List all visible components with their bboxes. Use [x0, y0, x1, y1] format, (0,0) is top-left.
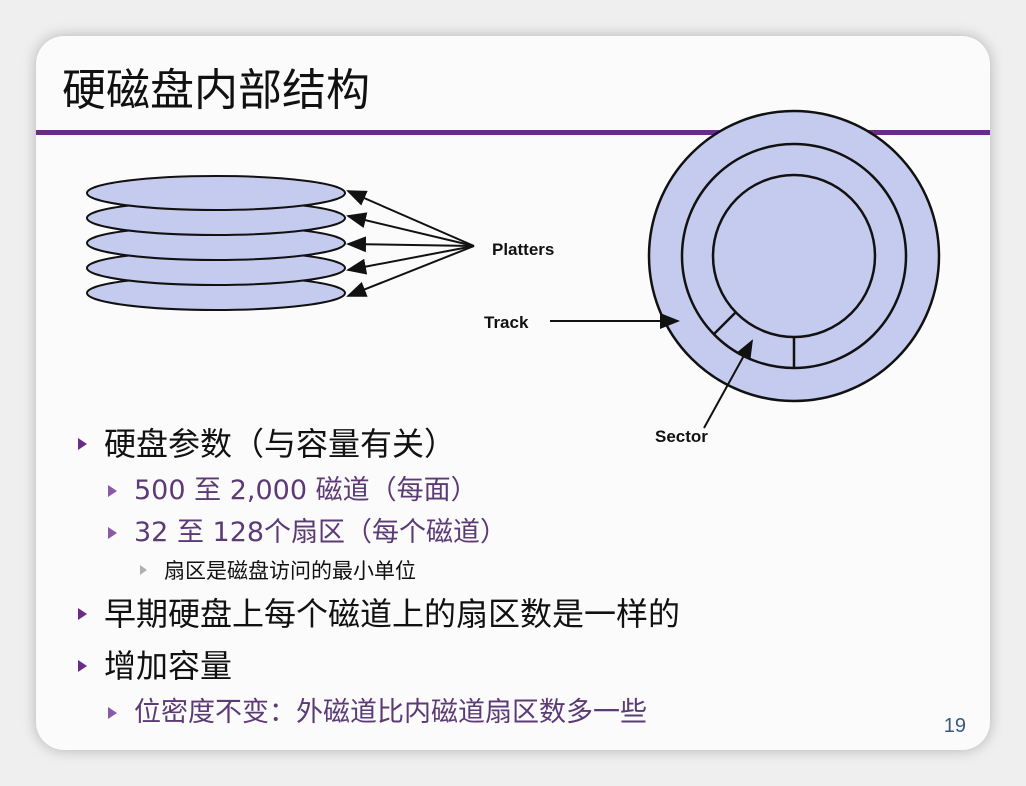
bullet-item: 扇区是磁盘访问的最小单位 [76, 554, 956, 588]
bullet-text: 增加容量 [104, 647, 233, 685]
track-inner [711, 173, 877, 339]
bullet-arrow-icon [78, 438, 87, 450]
bullet-item: 32 至 128个扇区（每个磁道） [76, 512, 956, 554]
track-label: Track [484, 313, 529, 332]
disk-surface [647, 109, 941, 403]
slide: 硬磁盘内部结构 Platters Track Sector 硬盘参数（与容量有关… [36, 36, 990, 750]
bullet-arrow-icon [78, 660, 87, 672]
bullet-arrow-icon [78, 608, 87, 620]
bullet-item: 增加容量 [76, 640, 956, 692]
bullet-text: 位密度不变：外磁道比内磁道扇区数多一些 [134, 697, 647, 728]
platter-arrows [346, 190, 475, 297]
bullet-item: 500 至 2,000 磁道（每面） [76, 470, 956, 512]
bullet-arrow-icon [108, 707, 117, 719]
bullet-arrow-icon [140, 565, 147, 575]
bullet-text: 扇区是磁盘访问的最小单位 [164, 559, 416, 583]
platter-stack [86, 175, 346, 311]
bullet-text: 32 至 128个扇区（每个磁道） [134, 517, 508, 548]
bullet-list: 硬盘参数（与容量有关） 500 至 2,000 磁道（每面） 32 至 128个… [76, 418, 956, 734]
bullet-item: 位密度不变：外磁道比内磁道扇区数多一些 [76, 692, 956, 734]
platter [86, 175, 346, 211]
bullet-text: 硬盘参数（与容量有关） [104, 425, 457, 463]
bullet-arrow-icon [108, 485, 117, 497]
platters-label: Platters [492, 240, 554, 259]
page-number: 19 [943, 715, 966, 737]
bullet-item: 早期硬盘上每个磁道上的扇区数是一样的 [76, 588, 956, 640]
bullet-text: 500 至 2,000 磁道（每面） [134, 475, 478, 506]
bullet-arrow-icon [108, 527, 117, 539]
bullet-text: 早期硬盘上每个磁道上的扇区数是一样的 [104, 595, 681, 633]
bullet-item: 硬盘参数（与容量有关） [76, 418, 956, 470]
